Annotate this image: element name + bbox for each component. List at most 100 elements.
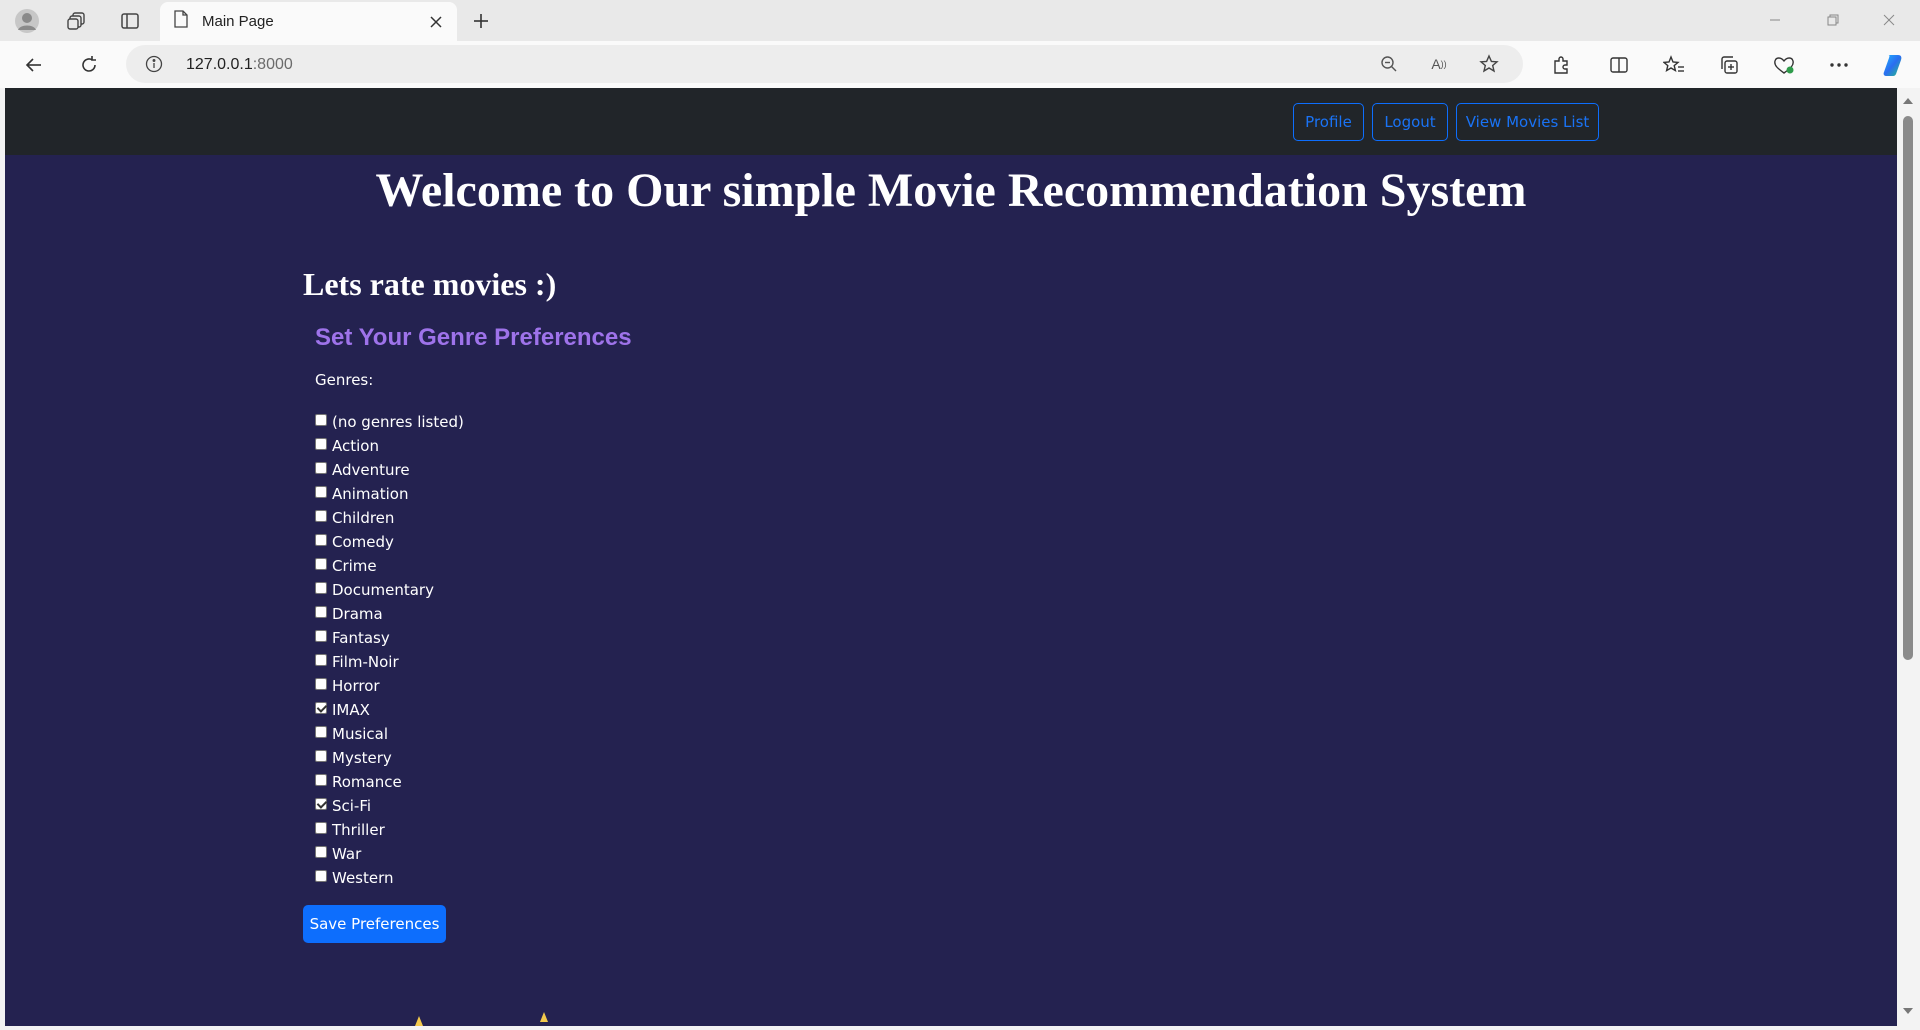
section-heading: Lets rate movies :) xyxy=(303,266,557,302)
genre-option[interactable]: Drama xyxy=(315,602,615,626)
profile-button[interactable]: Profile xyxy=(1293,103,1364,141)
page-viewport: Profile Logout View Movies List Welcome … xyxy=(5,88,1897,1026)
genre-label: Comedy xyxy=(332,533,394,551)
page-scrollbar[interactable] xyxy=(1897,88,1920,1026)
genre-option[interactable]: War xyxy=(315,842,615,866)
more-icon[interactable] xyxy=(1823,49,1855,81)
genre-checkbox[interactable] xyxy=(315,486,327,498)
genre-option[interactable]: Mystery xyxy=(315,746,615,770)
favorite-star-icon[interactable] xyxy=(1478,53,1500,75)
favorites-icon[interactable] xyxy=(1658,49,1690,81)
genre-option[interactable]: Romance xyxy=(315,770,615,794)
genre-label: Film-Noir xyxy=(332,653,399,671)
genre-option[interactable]: Musical xyxy=(315,722,615,746)
genre-checkbox[interactable] xyxy=(315,462,327,474)
genre-label: Fantasy xyxy=(332,629,390,647)
genre-checkbox[interactable] xyxy=(315,582,327,594)
logout-button[interactable]: Logout xyxy=(1372,103,1448,141)
genre-label: Thriller xyxy=(332,821,385,839)
genre-option[interactable]: Comedy xyxy=(315,530,615,554)
genre-checkbox[interactable] xyxy=(315,414,327,426)
window-close-icon[interactable] xyxy=(1866,4,1912,36)
close-icon[interactable] xyxy=(423,9,449,35)
genre-checkbox[interactable] xyxy=(315,606,327,618)
genre-label: Romance xyxy=(332,773,402,791)
star-decoration xyxy=(540,1012,548,1022)
copilot-icon[interactable] xyxy=(1877,49,1909,81)
genre-checkbox[interactable] xyxy=(315,510,327,522)
genre-label: Drama xyxy=(332,605,383,623)
genre-option[interactable]: Adventure xyxy=(315,458,615,482)
genre-label: Action xyxy=(332,437,379,455)
restore-icon[interactable] xyxy=(1810,4,1856,36)
genre-option[interactable]: (no genres listed) xyxy=(315,410,615,434)
save-preferences-button[interactable]: Save Preferences xyxy=(303,905,446,943)
genre-option[interactable]: Western xyxy=(315,866,615,890)
url-text[interactable]: 127.0.0.1:8000 xyxy=(186,56,293,74)
genre-checkbox[interactable] xyxy=(315,654,327,666)
split-screen-icon[interactable] xyxy=(1603,49,1635,81)
form-title: Set Your Genre Preferences xyxy=(315,324,632,351)
genre-option[interactable]: IMAX xyxy=(315,698,615,722)
genre-checkbox[interactable] xyxy=(315,678,327,690)
genre-checkbox[interactable] xyxy=(315,558,327,570)
genre-label: Horror xyxy=(332,677,380,695)
new-tab-icon[interactable] xyxy=(466,6,496,36)
read-aloud-icon[interactable]: A)) xyxy=(1428,53,1450,75)
zoom-icon[interactable] xyxy=(1378,53,1400,75)
extensions-icon[interactable] xyxy=(1545,49,1577,81)
genre-checkbox[interactable] xyxy=(315,630,327,642)
genre-option[interactable]: Film-Noir xyxy=(315,650,615,674)
workspaces-icon[interactable] xyxy=(62,6,92,36)
refresh-icon[interactable] xyxy=(73,49,105,81)
tab-title: Main Page xyxy=(202,13,274,30)
genre-checkbox[interactable] xyxy=(315,870,327,882)
genre-label: Crime xyxy=(332,557,377,575)
genre-checkbox[interactable] xyxy=(315,846,327,858)
genre-checkbox[interactable] xyxy=(315,534,327,546)
scroll-up-icon[interactable] xyxy=(1903,98,1913,104)
genre-checkbox[interactable] xyxy=(315,702,327,714)
genre-option[interactable]: Crime xyxy=(315,554,615,578)
genre-option[interactable]: Animation xyxy=(315,482,615,506)
scrollbar-thumb[interactable] xyxy=(1903,116,1913,660)
genre-option[interactable]: Horror xyxy=(315,674,615,698)
genre-label: Animation xyxy=(332,485,409,503)
address-bar[interactable]: 127.0.0.1:8000 A)) xyxy=(126,45,1523,83)
genre-label: Children xyxy=(332,509,395,527)
back-icon[interactable] xyxy=(18,49,50,81)
genre-checkbox[interactable] xyxy=(315,822,327,834)
url-port: :8000 xyxy=(252,56,293,73)
genre-checkbox[interactable] xyxy=(315,438,327,450)
genre-option[interactable]: Children xyxy=(315,506,615,530)
genre-checkbox[interactable] xyxy=(315,774,327,786)
page-title: Welcome to Our simple Movie Recommendati… xyxy=(375,164,1527,217)
view-movies-list-button[interactable]: View Movies List xyxy=(1456,103,1599,141)
page-icon xyxy=(174,10,188,33)
genre-option[interactable]: Sci-Fi xyxy=(315,794,615,818)
vertical-tabs-icon[interactable] xyxy=(115,6,145,36)
genre-label: Documentary xyxy=(332,581,434,599)
browser-tab-bar: Main Page xyxy=(0,0,1920,41)
genre-checkbox-list: (no genres listed) Action Adventure Animati… xyxy=(315,410,615,890)
genre-checkbox[interactable] xyxy=(315,750,327,762)
genre-checkbox[interactable] xyxy=(315,726,327,738)
active-tab[interactable]: Main Page xyxy=(160,2,457,41)
genre-option[interactable]: Action xyxy=(315,434,615,458)
url-host: 127.0.0.1 xyxy=(186,56,253,73)
genre-label: IMAX xyxy=(332,701,370,719)
genre-option[interactable]: Documentary xyxy=(315,578,615,602)
scroll-down-icon[interactable] xyxy=(1903,1008,1913,1014)
profile-icon[interactable] xyxy=(10,4,44,38)
genre-option[interactable]: Thriller xyxy=(315,818,615,842)
minimize-icon[interactable] xyxy=(1752,4,1798,36)
navbar: Profile Logout View Movies List xyxy=(5,88,1897,155)
site-info-icon[interactable] xyxy=(144,54,164,74)
genres-label: Genres: xyxy=(315,371,374,389)
genre-checkbox[interactable] xyxy=(315,798,327,810)
genre-label: Musical xyxy=(332,725,389,743)
browser-essentials-icon[interactable] xyxy=(1768,49,1800,81)
genre-option[interactable]: Fantasy xyxy=(315,626,615,650)
collections-icon[interactable] xyxy=(1713,49,1745,81)
browser-toolbar: 127.0.0.1:8000 A)) xyxy=(0,41,1920,88)
